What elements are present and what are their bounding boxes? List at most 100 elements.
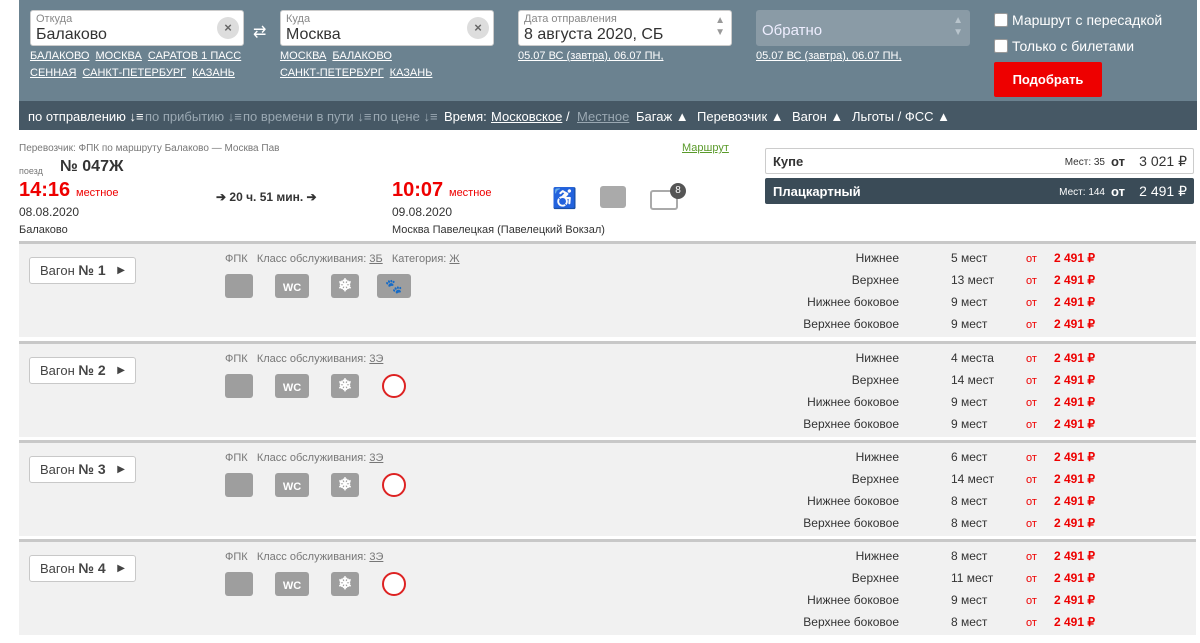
seat-row[interactable]: Верхнее 13 мест от 2 491 ₽ [799,273,1119,295]
quick-link[interactable]: БАЛАКОВО [332,50,391,62]
date-spinner-icon[interactable]: ▲ ▼ [715,15,725,39]
from-field[interactable]: Откуда Балаково × [30,10,244,46]
checkbox-box[interactable] [994,39,1008,53]
date-field[interactable]: Дата отправления 8 августа 2020, СБ ▲ ▼ [518,10,732,46]
wagon-label: Вагон [40,561,75,576]
return-spinner-icon[interactable]: ▲ ▼ [953,15,963,39]
swap-icon[interactable]: ⇄ [253,22,266,42]
seat-type: Нижнее боковое [807,295,899,309]
class-name: Купе [773,154,804,169]
to-quick-links: МОСКВА БАЛАКОВО САНКТ-ПЕТЕРБУРГ КАЗАНЬ [280,48,500,82]
seat-from: от [1026,474,1037,486]
wagon-label: Вагон [40,462,75,477]
quick-link[interactable]: МОСКВА [280,50,326,62]
class-seats: Мест: 144 [1059,187,1105,198]
transfer-checkbox[interactable]: Маршрут с пересадкой [994,12,1162,28]
sort-travel-time[interactable]: по времени в пути ↓≡ [243,109,371,124]
seat-row[interactable]: Верхнее боковое 8 мест от 2 491 ₽ [799,516,1119,538]
seat-row[interactable]: Нижнее боковое 9 мест от 2 491 ₽ [799,395,1119,417]
time-sep: / [566,109,570,124]
wagon-label: Вагон [40,363,75,378]
clear-to-icon[interactable]: × [467,17,489,39]
to-value: Москва [286,26,341,43]
service-class[interactable]: 3Б [369,253,382,265]
seat-row[interactable]: Нижнее боковое 9 мест от 2 491 ₽ [799,295,1119,317]
filter-wagon[interactable]: Вагон ▲ [792,109,843,124]
wagon-category[interactable]: Ж [449,253,459,265]
seat-row[interactable]: Нижнее 4 места от 2 491 ₽ [799,351,1119,373]
seat-count: 14 мест [951,472,995,486]
filter-baggage[interactable]: Багаж ▲ [636,109,689,124]
quick-link[interactable]: БАЛАКОВО [30,50,89,62]
sort-arrival[interactable]: по прибытию ↓≡ [145,109,242,124]
filter-carrier[interactable]: Перевозчик ▲ [697,109,784,124]
service-class[interactable]: 3Э [369,353,383,365]
seat-row[interactable]: Нижнее 5 мест от 2 491 ₽ [799,251,1119,273]
class-row-selected[interactable]: Плацкартный Мест: 144 от 2 491 ₽ [765,178,1194,204]
seat-type: Нижнее боковое [807,395,899,409]
time-label: Время: [444,109,487,124]
class-name: Плацкартный [773,184,861,199]
seat-from: от [1026,275,1037,287]
wagon-button[interactable]: Вагон № 3 ▶ [29,456,136,483]
tickets-only-checkbox[interactable]: Только с билетами [994,38,1134,54]
clear-from-icon[interactable]: × [217,17,239,39]
time-local[interactable]: Местное [577,109,629,124]
seat-row[interactable]: Нижнее боковое 9 мест от 2 491 ₽ [799,593,1119,615]
seat-row[interactable]: Верхнее боковое 9 мест от 2 491 ₽ [799,317,1119,339]
seat-row[interactable]: Верхнее боковое 8 мест от 2 491 ₽ [799,615,1119,637]
seat-type: Нижнее боковое [807,494,899,508]
seat-row[interactable]: Нижнее боковое 8 мест от 2 491 ₽ [799,494,1119,516]
quick-link[interactable]: САНКТ-ПЕТЕРБУРГ [82,67,186,79]
wagon-info: ФПК Класс обслуживания: 3Б Категория: Ж [225,253,460,265]
service-class[interactable]: 3Э [369,551,383,563]
sort-departure[interactable]: по отправлению ↓≡ [28,109,144,124]
seat-row[interactable]: Нижнее 8 мест от 2 491 ₽ [799,549,1119,571]
quick-link[interactable]: СЕННАЯ [30,67,76,79]
wagon-info: ФПК Класс обслуживания: 3Э [225,551,384,563]
seat-row[interactable]: Верхнее 11 мест от 2 491 ₽ [799,571,1119,593]
tickets-only-label: Только с билетами [1012,38,1135,54]
date-value: 8 августа 2020, СБ [524,26,664,43]
service-class[interactable]: 3Э [369,452,383,464]
seat-row[interactable]: Верхнее 14 мест от 2 491 ₽ [799,472,1119,494]
wagon-card: Вагон № 3 ▶ ФПК Класс обслуживания: 3Э WC… [19,440,1196,536]
seat-row[interactable]: Верхнее 14 мест от 2 491 ₽ [799,373,1119,395]
sort-price[interactable]: по цене ↓≡ [373,109,438,124]
wc-icon: WC [275,572,309,596]
quick-link[interactable]: МОСКВА [95,50,141,62]
class-from: от [1111,154,1125,169]
seat-from: от [1026,353,1037,365]
wagon-number: № 4 [78,560,106,576]
seat-row[interactable]: Верхнее боковое 9 мест от 2 491 ₽ [799,417,1119,439]
return-quick[interactable]: 05.07 ВС (завтра), 06.07 ПН, [756,48,908,65]
return-quick-link[interactable]: 05.07 ВС (завтра), 06.07 ПН, [756,50,902,62]
wagon-button[interactable]: Вагон № 2 ▶ [29,357,136,384]
route-link[interactable]: Маршрут [682,142,729,154]
seat-type: Нижнее [855,251,899,265]
quick-link[interactable]: САНКТ-ПЕТЕРБУРГ [280,67,384,79]
wagon-button[interactable]: Вагон № 1 ▶ [29,257,136,284]
to-field[interactable]: Куда Москва × [280,10,494,46]
quick-link[interactable]: КАЗАНЬ [390,67,433,79]
class-row[interactable]: Купе Мест: 35 от 3 021 ₽ [765,148,1194,174]
filter-benefits[interactable]: Льготы / ФСС ▲ [852,109,950,124]
date-quick[interactable]: 05.07 ВС (завтра), 06.07 ПН, [518,48,670,65]
seat-price: 2 491 ₽ [1054,417,1095,431]
submit-button[interactable]: Подобрать [994,62,1102,97]
seat-count: 5 мест [951,251,988,265]
to-label: Куда [286,13,311,25]
chevron-right-icon: ▶ [117,464,125,475]
checkbox-box[interactable] [994,13,1008,27]
seat-price: 2 491 ₽ [1054,395,1095,409]
date-quick-link[interactable]: 05.07 ВС (завтра), 06.07 ПН, [518,50,664,62]
return-field[interactable]: Обратно ▲ ▼ [756,10,970,46]
time-moscow[interactable]: Московское [491,109,562,124]
quick-link[interactable]: САРАТОВ 1 ПАСС [148,50,241,62]
wagon-button[interactable]: Вагон № 4 ▶ [29,555,136,582]
seat-count: 11 мест [951,571,994,585]
seat-from: от [1026,253,1037,265]
seat-from: от [1026,297,1037,309]
quick-link[interactable]: КАЗАНЬ [192,67,235,79]
seat-row[interactable]: Нижнее 6 мест от 2 491 ₽ [799,450,1119,472]
